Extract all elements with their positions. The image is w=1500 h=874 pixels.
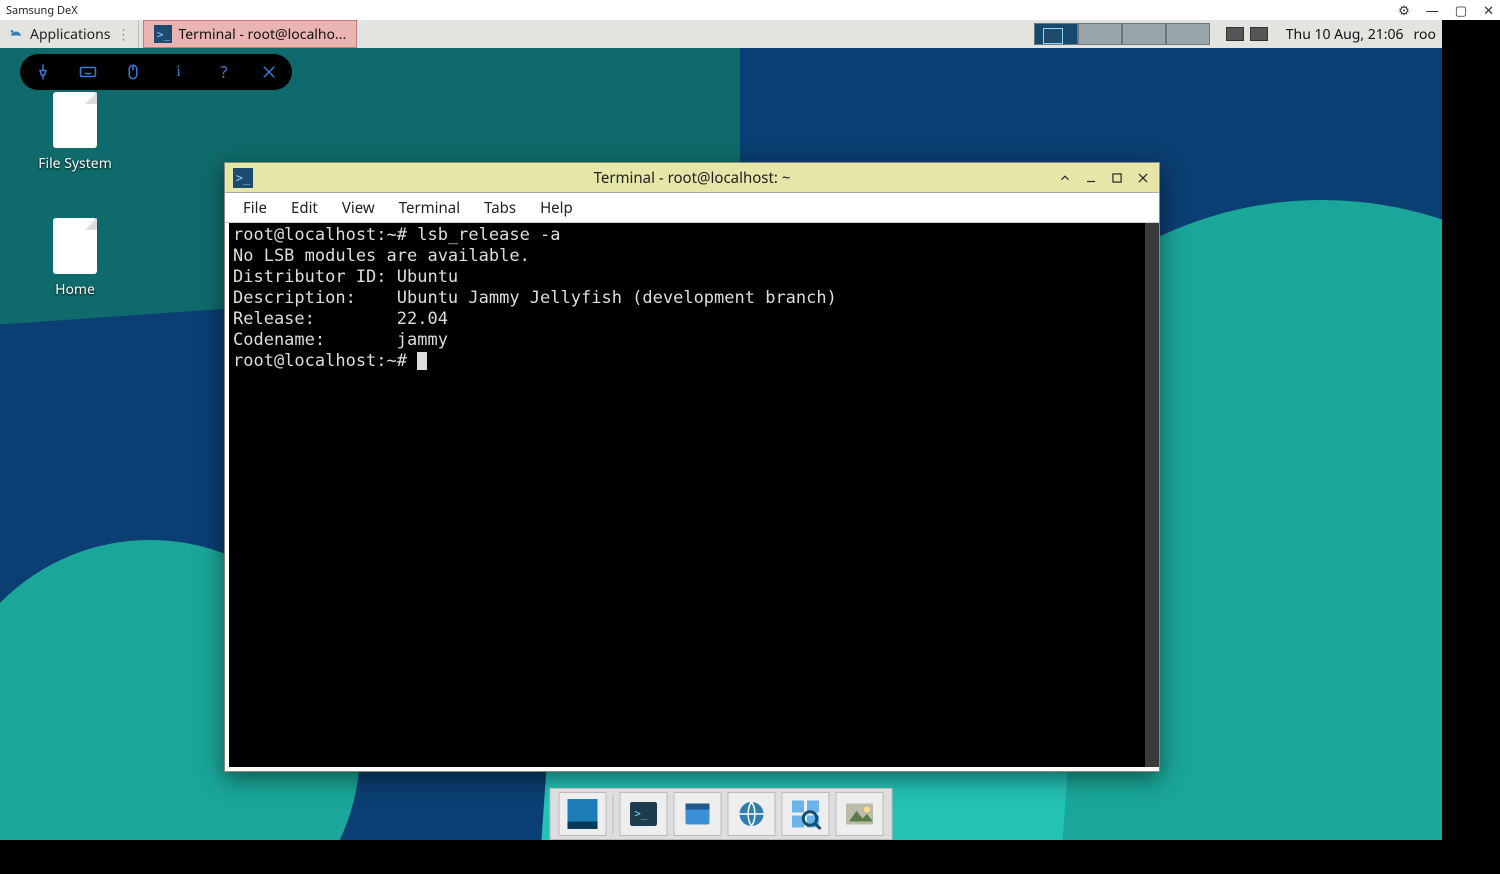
keyboard-icon[interactable] [73, 57, 103, 87]
terminal-cursor [417, 352, 427, 370]
xfce-logo-icon [8, 26, 24, 42]
dex-settings-icon[interactable]: ⚙ [1398, 1, 1410, 19]
terminal-line: No LSB modules are available. [233, 246, 530, 266]
dock-file-manager[interactable] [674, 792, 722, 836]
window-titlebar[interactable]: >_ Terminal - root@localhost: ~ [225, 163, 1159, 193]
desktop-icon-label: File System [20, 154, 130, 173]
xfce-panel: Applications ⋮ >_ Terminal - root@localh… [0, 20, 1442, 48]
dock-terminal[interactable]: >_ [620, 792, 668, 836]
system-tray [1218, 27, 1276, 41]
desktop-icon-home[interactable]: Home [20, 218, 130, 299]
menu-terminal[interactable]: Terminal [389, 195, 470, 221]
xfce-desktop[interactable]: Applications ⋮ >_ Terminal - root@localh… [0, 20, 1442, 840]
workspace-2[interactable] [1078, 23, 1122, 45]
dock-search[interactable] [782, 792, 830, 836]
dock-image-viewer[interactable] [836, 792, 884, 836]
terminal-content[interactable]: root@localhost:~# lsb_release -a No LSB … [229, 223, 1155, 767]
info-icon[interactable]: i [164, 57, 194, 87]
close-icon[interactable] [254, 57, 284, 87]
file-icon [53, 218, 97, 274]
terminal-prompt: root@localhost:~# [233, 351, 417, 371]
terminal-scrollbar[interactable] [1145, 223, 1159, 767]
dex-close-button[interactable]: ✕ [1483, 1, 1494, 19]
dock-show-desktop[interactable] [559, 792, 607, 836]
terminal-line: Release: 22.04 [233, 309, 448, 329]
pin-icon[interactable] [28, 57, 58, 87]
desktop-icon-label: Home [20, 280, 130, 299]
dex-minimize-button[interactable]: — [1426, 1, 1439, 19]
workspace-4[interactable] [1166, 23, 1210, 45]
menu-file[interactable]: File [233, 195, 277, 221]
workspace-switcher[interactable] [1034, 23, 1210, 45]
help-icon[interactable]: ? [209, 57, 239, 87]
window-minimize-button[interactable] [1081, 168, 1101, 188]
dock-web-browser[interactable] [728, 792, 776, 836]
dex-title: Samsung DeX [6, 3, 78, 18]
taskbar-item-label: Terminal - root@localho... [178, 25, 346, 44]
terminal-line: Codename: jammy [233, 330, 448, 350]
menu-edit[interactable]: Edit [281, 195, 328, 221]
workspace-3[interactable] [1122, 23, 1166, 45]
applications-menu-button[interactable]: Applications ⋮ [0, 20, 139, 48]
svg-text:>_: >_ [635, 808, 648, 820]
dex-titlebar: Samsung DeX ⚙ — ▢ ✕ [0, 0, 1500, 20]
dex-bottom-margin [0, 840, 1500, 874]
terminal-line: root@localhost:~# lsb_release -a [233, 225, 561, 245]
terminal-icon: >_ [233, 168, 253, 188]
terminal-menubar: File Edit View Terminal Tabs Help [225, 193, 1159, 223]
terminal-line: Description: Ubuntu Jammy Jellyfish (dev… [233, 288, 837, 308]
panel-username[interactable]: roo [1414, 25, 1442, 44]
terminal-line: Distributor ID: Ubuntu [233, 267, 458, 287]
desktop-icon-filesystem[interactable]: File System [20, 92, 130, 173]
file-icon [53, 92, 97, 148]
display-icon[interactable] [1250, 27, 1268, 41]
applications-menu-label: Applications [30, 25, 110, 44]
menu-help[interactable]: Help [530, 195, 583, 221]
panel-grip-icon: ⋮ [116, 25, 130, 44]
window-maximize-button[interactable] [1107, 168, 1127, 188]
mouse-icon[interactable] [118, 57, 148, 87]
taskbar-item-terminal[interactable]: >_ Terminal - root@localho... [143, 20, 357, 48]
dex-maximize-button[interactable]: ▢ [1455, 1, 1467, 19]
window-title: Terminal - root@localhost: ~ [225, 168, 1159, 188]
window-shade-button[interactable] [1055, 168, 1075, 188]
window-close-button[interactable] [1133, 168, 1153, 188]
dex-right-margin [1442, 20, 1500, 840]
terminal-window[interactable]: >_ Terminal - root@localhost: ~ File Edi… [224, 162, 1160, 772]
dex-control-bubble[interactable]: i ? [20, 54, 292, 90]
display-icon[interactable] [1226, 27, 1244, 41]
xfce-dock: >_ [550, 788, 893, 840]
dock-separator [613, 794, 614, 834]
workspace-1[interactable] [1034, 23, 1078, 45]
menu-view[interactable]: View [332, 195, 385, 221]
terminal-icon: >_ [154, 25, 172, 43]
panel-clock[interactable]: Thu 10 Aug, 21:06 [1276, 25, 1414, 44]
menu-tabs[interactable]: Tabs [474, 195, 526, 221]
